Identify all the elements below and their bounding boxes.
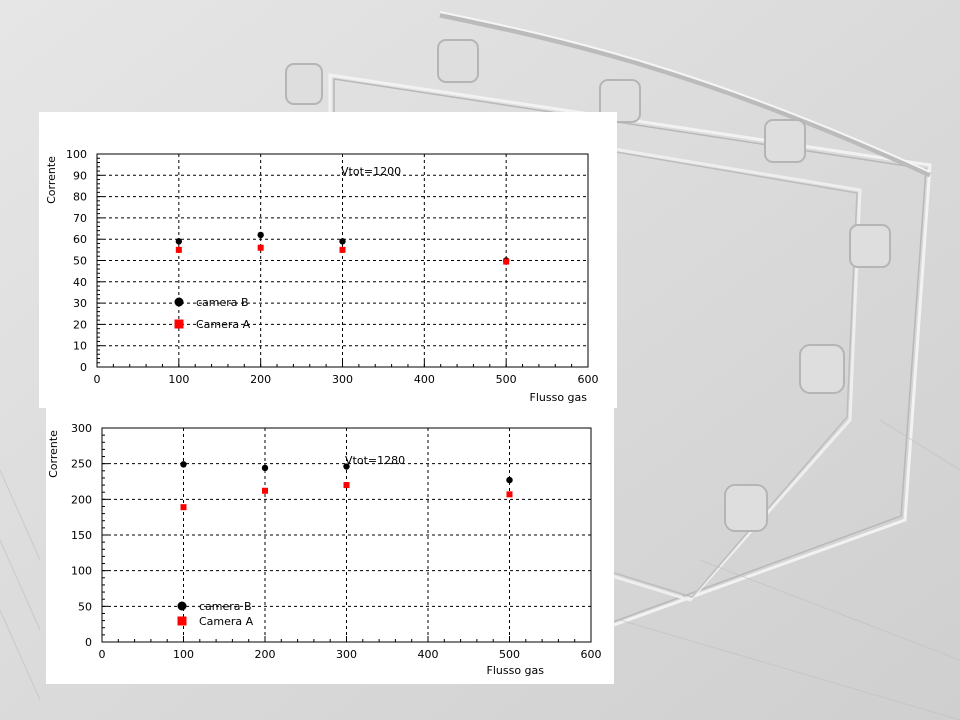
chart-2-y-tick-label: 50 [78, 600, 92, 613]
chart-1-x-tick-label: 100 [168, 373, 189, 386]
chart-1-y-tick-label: 20 [73, 318, 87, 331]
chart-2-y-tick-label: 300 [71, 422, 92, 435]
chart-1-y-tick-label: 10 [73, 340, 87, 353]
chart-1-camera-a-point [339, 246, 346, 253]
chart-2-ylabel: Corrente [47, 430, 60, 478]
chart-panel-vtot-1280: Corrente Flusso gas Vtot=1280 0 100 200 300… [46, 408, 614, 684]
chart-2-y-tick-label: 150 [71, 529, 92, 542]
chart-2-camera-a-point [343, 482, 350, 489]
chart-2-legend-camera-a-label: Camera A [199, 615, 254, 628]
chart-1-x-tick-label: 0 [94, 373, 101, 386]
chart-1-x-tick-label: 200 [250, 373, 271, 386]
chart-1-x-tick-label: 500 [496, 373, 517, 386]
chart-1-x-tick-label: 400 [414, 373, 435, 386]
chart-2-camera-a-point [180, 504, 187, 511]
chart-2-y-tick-label: 100 [71, 565, 92, 578]
chart-2-xlabel: Flusso gas [487, 664, 545, 677]
chart-1-legend-camera-b-marker [174, 297, 184, 307]
chart-1-y-tick-label: 70 [73, 212, 87, 225]
chart-1-y-tick-label: 0 [80, 361, 87, 374]
chart-1-y-tick-label: 50 [73, 255, 87, 268]
chart-2-x-tick-label: 300 [336, 648, 357, 661]
chart-1-y-tick-label: 90 [73, 169, 87, 182]
chart-2-x-tick-label: 0 [99, 648, 106, 661]
chart-1-xlabel: Flusso gas [530, 391, 588, 404]
chart-1-camera-b-point [175, 238, 183, 245]
chart-1-camera-b-point [257, 231, 264, 239]
chart-2-x-tick-label: 400 [418, 648, 439, 661]
chart-2-vtot-annotation: Vtot=1280 [345, 454, 405, 467]
chart-2-x-tick-label: 500 [499, 648, 520, 661]
chart-1-camera-a-point [257, 244, 264, 251]
chart-panel-vtot-1200: Corrente Flusso gas Vtot=1200 0 100 200 300… [39, 112, 617, 408]
chart-1-y-tick-label: 60 [73, 233, 87, 246]
chart-2-camera-b-point [180, 461, 187, 468]
chart-2-legend-camera-b-label: camera B [199, 600, 252, 613]
chart-1-y-tick-label: 30 [73, 297, 87, 310]
chart-1-x-tick-label: 600 [578, 373, 599, 386]
chart-1-camera-b-point [339, 238, 346, 245]
chart-2-x-tick-label: 600 [581, 648, 602, 661]
chart-2-legend-camera-b-marker [177, 601, 187, 611]
chart-1-x-tick-label: 300 [332, 373, 353, 386]
chart-1-camera-a-point [503, 258, 510, 265]
chart-2-camera-b-point [261, 464, 269, 472]
chart-2-camera-a-point [506, 491, 513, 498]
chart-2-y-tick-label: 250 [71, 458, 92, 471]
chart-1-legend-camera-a-marker [174, 319, 184, 329]
chart-1-y-tick-label: 40 [73, 276, 87, 289]
chart-2-legend-camera-a-marker [177, 616, 187, 626]
chart-2-x-tick-label: 100 [173, 648, 194, 661]
chart-1-y-tick-label: 100 [66, 148, 87, 161]
chart-1-camera-a-point [175, 246, 182, 253]
chart-2-svg: Corrente Flusso gas Vtot=1280 0 100 200 300… [47, 422, 602, 677]
chart-1-ylabel: Corrente [45, 156, 58, 204]
chart-2-x-tick-label: 200 [255, 648, 276, 661]
chart-2-y-tick-label: 200 [71, 493, 92, 506]
chart-2-y-tick-label: 0 [85, 636, 92, 649]
chart-1-vtot-annotation: Vtot=1200 [341, 165, 401, 178]
chart-1-y-tick-label: 80 [73, 191, 87, 204]
chart-1-svg: Corrente Flusso gas Vtot=1200 0 100 200 300… [45, 148, 599, 404]
chart-1-legend-camera-a-label: Camera A [196, 318, 251, 331]
chart-2-camera-b-point [506, 476, 513, 484]
chart-1-legend-camera-b-label: camera B [196, 296, 249, 309]
chart-2-camera-b-point [343, 463, 350, 470]
chart-2-camera-a-point [262, 487, 268, 494]
